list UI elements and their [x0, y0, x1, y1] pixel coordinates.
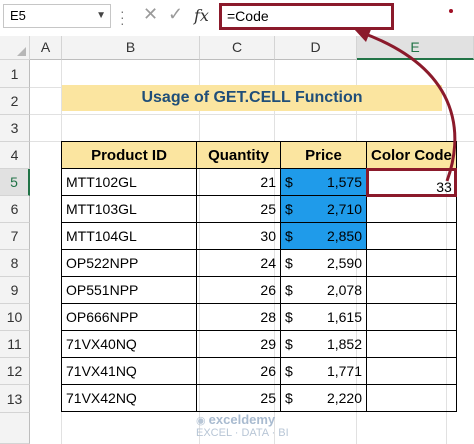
watermark: ◉ exceldemy EXCEL · DATA · BI	[196, 412, 289, 439]
watermark-brand: exceldemy	[208, 412, 276, 427]
watermark-tagline: EXCEL · DATA · BI	[196, 427, 289, 439]
annotation-arrow	[354, 27, 457, 182]
watermark-logo-icon: ◉	[196, 415, 206, 427]
